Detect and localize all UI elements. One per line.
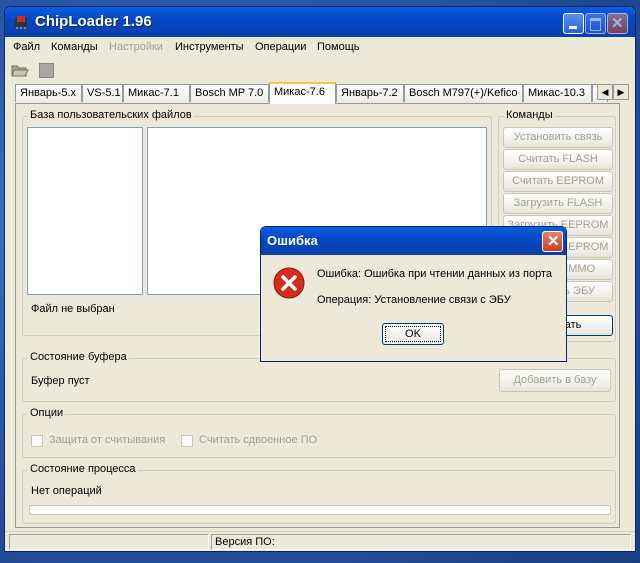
ok-button[interactable]: OK: [382, 323, 444, 345]
read-protect-label: Защита от считывания: [49, 434, 166, 446]
tab-6[interactable]: Bosch M797(+)/Kefico: [404, 84, 523, 102]
close-button[interactable]: ✕: [607, 13, 628, 34]
read-flash-button[interactable]: Считать FLASH: [503, 149, 613, 170]
toolbar: [5, 59, 635, 81]
tab-1[interactable]: VS-5.1: [82, 84, 123, 102]
tab-5[interactable]: Январь-7.2: [336, 84, 404, 102]
error-message-line2: Операция: Установление связи с ЭБУ: [317, 294, 511, 306]
menu-commands[interactable]: Команды: [51, 41, 98, 53]
read-dual-checkbox[interactable]: [181, 435, 193, 447]
commands-title: Команды: [504, 109, 555, 121]
tab-7[interactable]: Микас-10.3: [523, 84, 592, 102]
connect-button[interactable]: Установить связь: [503, 127, 613, 148]
buffer-title: Состояние буфера: [28, 351, 129, 363]
error-dialog: Ошибка ✕ Ошибка: Ошибка при чтении данны…: [260, 226, 567, 362]
minimize-icon: [569, 26, 577, 29]
window-title: ChipLoader 1.96: [35, 13, 152, 30]
error-dialog-title: Ошибка: [267, 233, 318, 248]
tab-0[interactable]: Январь-5.x: [15, 84, 82, 102]
tab-scroll-left-icon[interactable]: ◀: [597, 84, 613, 100]
maximize-icon: [590, 18, 601, 31]
maximize-button[interactable]: [585, 13, 606, 34]
process-progress-bar: [29, 505, 611, 515]
close-icon: ✕: [611, 15, 624, 32]
tab-scroll-right-icon[interactable]: ▶: [613, 84, 629, 100]
buffer-status: Буфер пуст: [31, 375, 90, 387]
ecu-tabs: Январь-5.x VS-5.1 Микас-7.1 Bosch MP 7.0…: [15, 82, 635, 104]
folders-list[interactable]: [27, 127, 143, 295]
tab-3[interactable]: Bosch MP 7.0: [190, 84, 269, 102]
chip-app-icon: [15, 16, 27, 29]
save-icon[interactable]: [39, 63, 54, 78]
close-icon: ✕: [547, 233, 560, 250]
minimize-button[interactable]: [563, 13, 584, 34]
process-title: Состояние процесса: [28, 463, 138, 475]
status-part-left: [9, 534, 209, 550]
tab-2[interactable]: Микас-7.1: [123, 84, 190, 102]
process-status: Нет операций: [31, 485, 102, 497]
read-protect-checkbox[interactable]: [31, 435, 43, 447]
menu-file[interactable]: Файл: [13, 41, 40, 53]
status-version: Версия ПО:: [211, 534, 631, 550]
status-bar: Версия ПО:: [5, 531, 635, 551]
open-folder-icon[interactable]: [11, 62, 29, 78]
menu-help[interactable]: Помощь: [317, 41, 360, 53]
tab-4-active[interactable]: Микас-7.6: [269, 82, 336, 104]
menu-tools[interactable]: Инструменты: [175, 41, 244, 53]
add-to-db-button[interactable]: Добавить в базу: [499, 369, 611, 392]
options-title: Опции: [28, 407, 66, 419]
read-dual-label: Считать сдвоенное ПО: [199, 434, 318, 446]
buffer-group: Состояние буфера Буфер пуст Добавить в б…: [22, 351, 616, 402]
error-dialog-close-button[interactable]: ✕: [542, 231, 563, 252]
error-icon: [273, 267, 305, 299]
file-status: Файл не выбран: [31, 303, 115, 315]
error-dialog-titlebar[interactable]: Ошибка ✕: [261, 227, 566, 255]
options-group: Опции Защита от считывания Считать сдвое…: [22, 407, 616, 458]
menu-bar: Файл Команды Настройки Инструменты Опера…: [5, 37, 365, 57]
title-bar[interactable]: ChipLoader 1.96 ✕: [5, 7, 635, 37]
user-files-title: База пользовательских файлов: [28, 109, 194, 121]
error-message-line1: Ошибка: Ошибка при чтении данных из порт…: [317, 268, 552, 280]
menu-settings[interactable]: Настройки: [109, 41, 163, 53]
read-eeprom-button[interactable]: Считать EEPROM: [503, 171, 613, 192]
write-flash-button[interactable]: Загрузить FLASH: [503, 193, 613, 214]
process-group: Состояние процесса Нет операций: [22, 463, 616, 524]
menu-operations[interactable]: Операции: [255, 41, 306, 53]
